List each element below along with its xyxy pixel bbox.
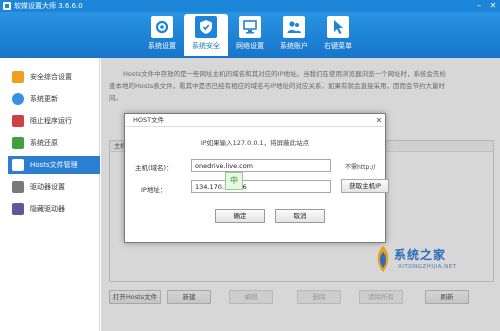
cancel-button[interactable]: 取消 bbox=[275, 209, 325, 223]
host-dialog: HOST文件 ✕ IP如果输入127.0.0.1，将屏蔽此站点 主机(域名)： … bbox=[124, 113, 389, 243]
host-domain-input[interactable] bbox=[191, 159, 331, 172]
main-toolbar: 系统设置 系统安全 网络设置 系统账户 右键菜单 bbox=[0, 12, 500, 58]
ip-label: IP地址： bbox=[141, 186, 167, 194]
host-note: 不需http:// bbox=[345, 164, 376, 171]
gear-icon bbox=[151, 16, 173, 38]
users-icon bbox=[283, 16, 305, 38]
sidebar-item-label: Hosts文件管理 bbox=[30, 161, 78, 169]
sidebar-item-block-programs[interactable]: 阻止程序运行 bbox=[8, 112, 100, 130]
get-host-ip-button[interactable]: 获取主机IP bbox=[341, 179, 389, 193]
cursor-icon bbox=[327, 16, 349, 38]
sidebar-item-label: 阻止程序运行 bbox=[30, 117, 72, 125]
sidebar-item-label: 驱动器设置 bbox=[30, 183, 65, 191]
title-bar: 软媒设置大师 3.6.6.0 – ✕ bbox=[0, 0, 500, 12]
toolbar-item-label: 系统账户 bbox=[280, 42, 308, 50]
shield-icon bbox=[195, 16, 217, 38]
sidebar-item-hosts-manager[interactable]: Hosts文件管理 bbox=[8, 156, 100, 174]
sidebar-item-hide-drives[interactable]: 隐藏驱动器 bbox=[8, 200, 100, 218]
drive-icon bbox=[12, 181, 24, 193]
watermark-logo-icon bbox=[377, 246, 389, 272]
sidebar-item-system-restore[interactable]: 系统还原 bbox=[8, 134, 100, 152]
ime-indicator[interactable]: 中 bbox=[225, 172, 243, 190]
sidebar-item-security-overview[interactable]: 安全综合设置 bbox=[8, 68, 100, 86]
sidebar: 安全综合设置 系统更新 阻止程序运行 系统还原 Hosts文件管理 驱动器设置 … bbox=[0, 58, 100, 331]
security-settings-icon bbox=[12, 71, 24, 83]
ok-button[interactable]: 确定 bbox=[215, 209, 265, 223]
sidebar-item-label: 隐藏驱动器 bbox=[30, 205, 65, 213]
restore-icon bbox=[12, 137, 24, 149]
toolbar-item-system-security[interactable]: 系统安全 bbox=[184, 14, 228, 56]
ip-address-input[interactable] bbox=[191, 180, 331, 193]
minimize-button[interactable]: – bbox=[472, 0, 486, 12]
sidebar-item-label: 系统还原 bbox=[30, 139, 58, 147]
toolbar-item-network-settings[interactable]: 网络设置 bbox=[228, 14, 272, 56]
hidden-drive-icon bbox=[12, 203, 24, 215]
toolbar-item-label: 系统安全 bbox=[192, 42, 220, 50]
sidebar-item-label: 安全综合设置 bbox=[30, 73, 72, 81]
watermark-text: 系统之家 bbox=[394, 248, 447, 262]
app-logo-icon bbox=[3, 2, 11, 10]
block-program-icon bbox=[12, 115, 24, 127]
hosts-file-icon bbox=[12, 159, 24, 171]
toolbar-item-system-accounts[interactable]: 系统账户 bbox=[272, 14, 316, 56]
watermark: 系统之家 XITONGZHIJIA.NET bbox=[372, 244, 500, 278]
network-icon bbox=[239, 16, 261, 38]
host-label: 主机(域名)： bbox=[135, 164, 173, 172]
window-title: 软媒设置大师 3.6.6.0 bbox=[14, 2, 83, 10]
toolbar-item-label: 系统设置 bbox=[148, 42, 176, 50]
refresh-icon bbox=[12, 93, 24, 105]
close-button[interactable]: ✕ bbox=[486, 0, 500, 12]
dialog-hint: IP如果输入127.0.0.1，将屏蔽此站点 bbox=[200, 139, 310, 147]
sidebar-item-system-update[interactable]: 系统更新 bbox=[8, 90, 100, 108]
watermark-subtext: XITONGZHIJIA.NET bbox=[398, 264, 457, 270]
toolbar-item-label: 网络设置 bbox=[236, 42, 264, 50]
toolbar-item-context-menu[interactable]: 右键菜单 bbox=[316, 14, 360, 56]
toolbar-item-system-settings[interactable]: 系统设置 bbox=[140, 14, 184, 56]
sidebar-item-drive-settings[interactable]: 驱动器设置 bbox=[8, 178, 100, 196]
dialog-title: HOST文件 bbox=[125, 114, 385, 127]
sidebar-item-label: 系统更新 bbox=[30, 95, 58, 103]
toolbar-item-label: 右键菜单 bbox=[324, 42, 352, 50]
dialog-close-icon[interactable]: ✕ bbox=[373, 115, 385, 126]
